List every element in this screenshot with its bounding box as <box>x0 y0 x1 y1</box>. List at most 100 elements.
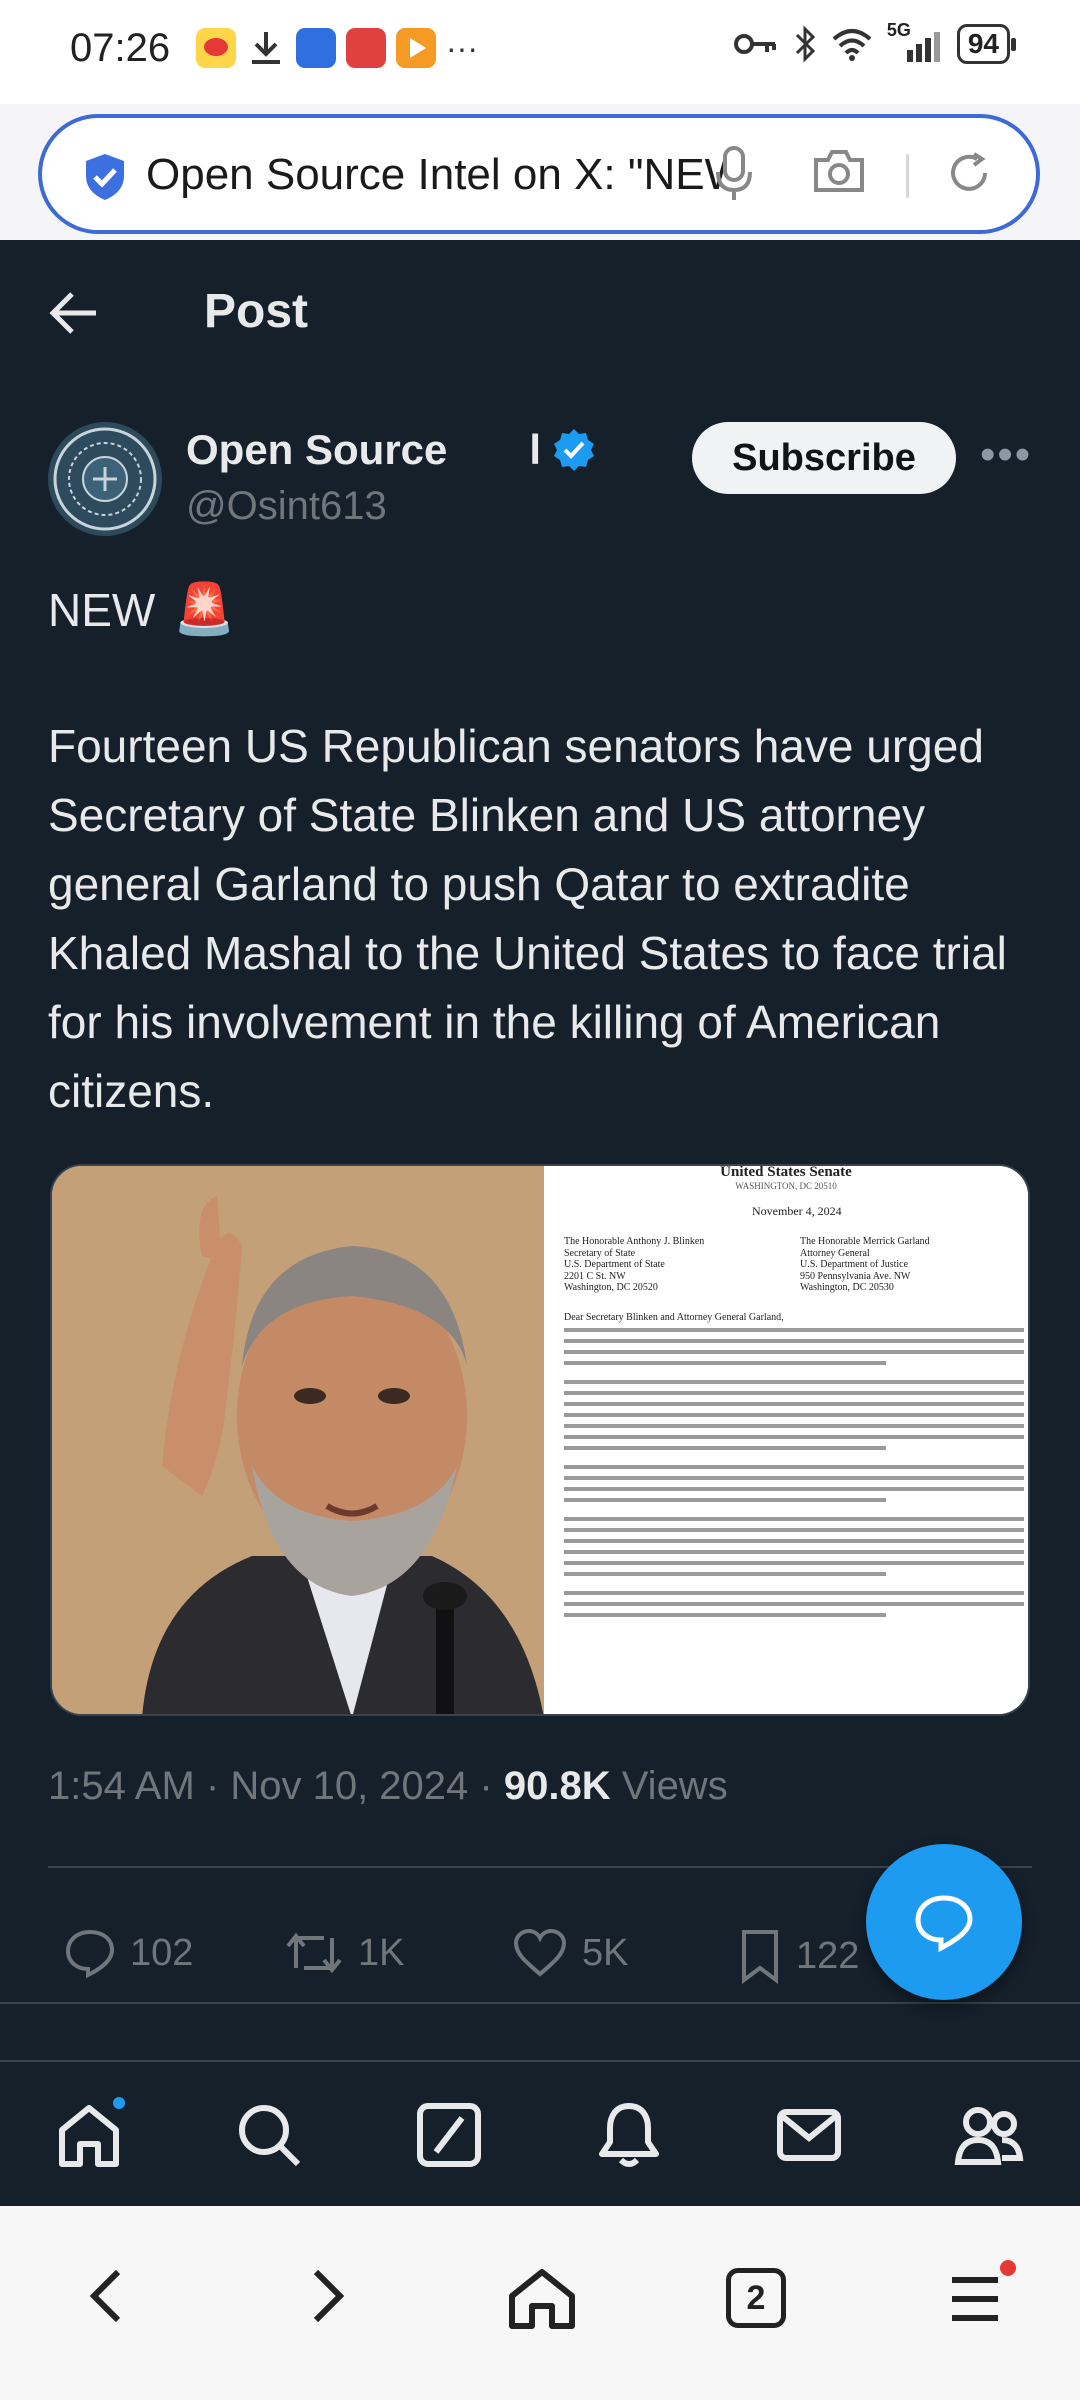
siren-emoji-icon: 🚨 <box>173 581 236 637</box>
post-media[interactable]: United States Senate WASHINGTON, DC 2051… <box>50 1164 1030 1716</box>
bookmark-count: 122 <box>796 1934 860 1977</box>
post-date[interactable]: Nov 10, 2024 <box>230 1764 468 1808</box>
shield-check-icon <box>86 154 124 200</box>
letter-document[interactable]: United States Senate WASHINGTON, DC 2051… <box>544 1166 1028 1714</box>
search-icon <box>239 2105 301 2167</box>
letter-date: November 4, 2024 <box>752 1204 842 1218</box>
like-count: 5K <box>582 1931 629 1974</box>
x-tab-bar <box>0 2060 1080 2206</box>
key-icon <box>733 34 776 54</box>
address-separator <box>906 154 909 198</box>
letter-recipient-line: Washington, DC 20520 <box>564 1282 658 1293</box>
bell-icon <box>599 2103 659 2167</box>
gift-app-icon <box>346 28 386 68</box>
home-notification-dot <box>110 2094 128 2112</box>
divider-bottom <box>0 2002 1080 2004</box>
letter-salutation: Dear Secretary Blinken and Attorney Gene… <box>564 1312 784 1323</box>
bookmark-icon <box>742 1930 778 1984</box>
page-title: Post <box>204 285 309 338</box>
avatar-emblem <box>50 424 160 534</box>
grok-icon <box>417 2103 481 2167</box>
views-label: Views <box>621 1764 728 1808</box>
letter-recipient-line: The Honorable Merrick Garland <box>800 1236 930 1247</box>
browser-home-icon[interactable] <box>506 2266 578 2332</box>
bookmark-action[interactable]: 122 <box>738 1928 859 1984</box>
portrait-illustration <box>52 1166 544 1714</box>
bird-app-icon <box>296 28 336 68</box>
letter-recipient-line: U.S. Department of Justice <box>800 1259 909 1270</box>
letter-recipient-right: The Honorable Merrick Garland Attorney G… <box>800 1236 930 1294</box>
letter-recipient-line: 2201 C St. NW <box>564 1270 626 1282</box>
letter-recipient-line: Attorney General <box>800 1247 870 1259</box>
tab-switcher-button[interactable]: 2 <box>726 2268 786 2328</box>
x-post-page: Post Open Source l @Osint613 Subscribe •… <box>0 240 1080 2206</box>
network-type-label: 5G <box>886 20 911 40</box>
camera-icon[interactable] <box>812 146 866 196</box>
video-app-icon <box>396 28 436 68</box>
tab-search[interactable] <box>234 2100 304 2170</box>
letter-recipient-line: The Honorable Anthony J. Blinken <box>564 1236 705 1247</box>
post-tag: NEW <box>48 583 156 636</box>
letter-recipient-line: 950 Pennsylvania Ave. NW <box>800 1270 911 1282</box>
post-tag-line: NEW 🚨 <box>48 580 236 639</box>
letter-header: United States Senate <box>720 1166 852 1180</box>
divider-top <box>48 1866 1032 1868</box>
repost-action[interactable]: 1K <box>284 1928 404 1978</box>
download-icon <box>252 32 280 64</box>
mail-icon <box>777 2109 841 2161</box>
more-options-icon[interactable]: ••• <box>980 430 1032 480</box>
address-text[interactable]: Open Source Intel on X: "NEW 🚨 Fourteen … <box>146 148 726 200</box>
post-time[interactable]: 1:54 AM <box>48 1764 195 1808</box>
repost-icon <box>286 1932 342 1974</box>
more-notifications-icon: ··· <box>446 29 478 66</box>
portrait-photo[interactable] <box>52 1166 544 1714</box>
menu-notification-dot <box>1000 2260 1016 2276</box>
battery-indicator: 94 <box>956 24 1017 64</box>
letter-recipient-left: The Honorable Anthony J. Blinken Secreta… <box>564 1236 704 1294</box>
author-name-row[interactable]: Open Source l <box>186 426 597 474</box>
tab-grok[interactable] <box>414 2100 484 2170</box>
people-icon <box>954 2107 1024 2165</box>
tab-messages[interactable] <box>774 2100 844 2170</box>
notification-icons: ··· <box>196 28 478 68</box>
reply-count: 102 <box>130 1931 194 1974</box>
views-count[interactable]: 90.8K <box>504 1764 611 1808</box>
reply-icon <box>65 1929 115 1978</box>
letter-subheader: WASHINGTON, DC 20510 <box>735 1181 837 1191</box>
bluetooth-icon <box>795 25 815 63</box>
reply-action[interactable]: 102 <box>64 1928 193 1978</box>
address-bar[interactable]: Open Source Intel on X: "NEW 🚨 Fourteen … <box>38 114 1040 234</box>
post-timestamp: 1:54 AM · Nov 10, 2024 · 90.8K Views <box>48 1764 728 1808</box>
letter-recipient-line: Washington, DC 20530 <box>800 1282 894 1293</box>
reload-icon[interactable] <box>944 148 994 198</box>
author-display-name[interactable]: Open Source <box>186 426 447 474</box>
wifi-icon <box>832 29 872 61</box>
like-action[interactable]: 5K <box>512 1928 628 1978</box>
status-bar: 07:26 ··· 5G 94 <box>0 0 1080 104</box>
tab-notifications[interactable] <box>594 2100 664 2170</box>
heart-icon <box>513 1928 567 1977</box>
forward-icon[interactable] <box>302 2266 352 2326</box>
tab-home[interactable] <box>54 2094 128 2170</box>
tab-communities[interactable] <box>954 2100 1024 2170</box>
compose-reply-icon <box>915 1895 973 1952</box>
author-handle[interactable]: @Osint613 <box>186 484 387 529</box>
letter-recipient-line: U.S. Department of State <box>564 1259 665 1270</box>
subscribe-button[interactable]: Subscribe <box>692 422 956 494</box>
back-icon[interactable] <box>82 2266 132 2326</box>
cellular-signal: 5G <box>887 20 943 64</box>
browser-bottom-nav: 2 <box>0 2206 1080 2400</box>
microphone-icon[interactable] <box>714 144 754 204</box>
letter-recipient-line: Secretary of State <box>564 1247 636 1259</box>
status-time: 07:26 <box>70 26 171 70</box>
back-arrow-icon[interactable] <box>48 290 100 336</box>
author-name-tail: l <box>529 426 542 473</box>
hamburger-menu-icon[interactable] <box>948 2274 1002 2324</box>
weibo-app-icon <box>196 28 236 68</box>
reply-fab-button[interactable] <box>866 1844 1022 2000</box>
author-avatar[interactable] <box>48 422 162 536</box>
verified-badge-icon <box>554 429 595 471</box>
post-text: Fourteen US Republican senators have urg… <box>48 720 1007 1117</box>
letter-body-lines <box>564 1328 1024 1624</box>
repost-count: 1K <box>358 1931 405 1974</box>
